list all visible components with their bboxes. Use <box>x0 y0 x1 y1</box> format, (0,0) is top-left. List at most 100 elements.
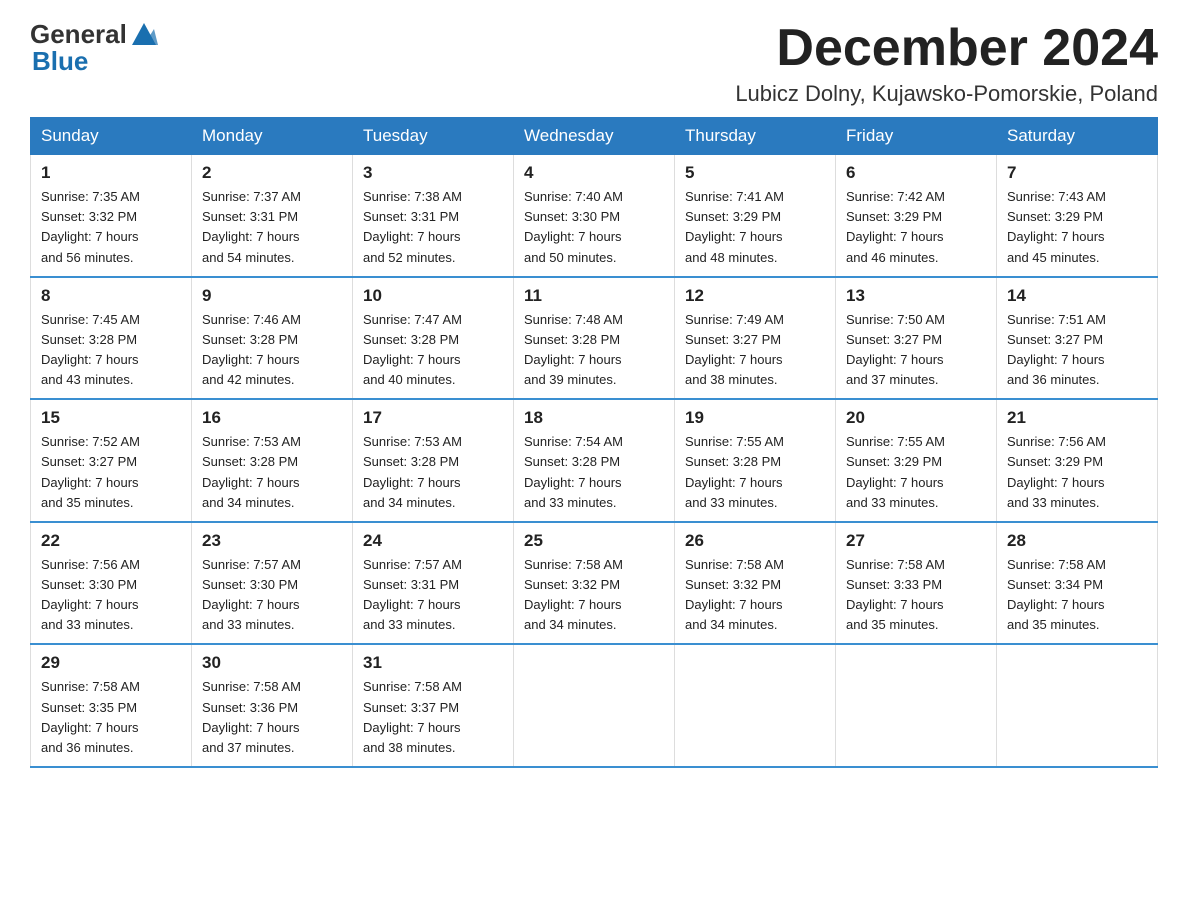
header-sunday: Sunday <box>31 118 192 155</box>
logo-general-text: General <box>30 20 127 49</box>
week-row-2: 8 Sunrise: 7:45 AMSunset: 3:28 PMDaylight… <box>31 277 1158 400</box>
day-number: 25 <box>524 531 664 551</box>
calendar-header: SundayMondayTuesdayWednesdayThursdayFrid… <box>31 118 1158 155</box>
day-info: Sunrise: 7:55 AMSunset: 3:29 PMDaylight:… <box>846 432 986 513</box>
calendar-body: 1 Sunrise: 7:35 AMSunset: 3:32 PMDaylight… <box>31 155 1158 767</box>
day-number: 27 <box>846 531 986 551</box>
day-number: 8 <box>41 286 181 306</box>
day-number: 15 <box>41 408 181 428</box>
day-number: 7 <box>1007 163 1147 183</box>
calendar-cell: 16Sunrise: 7:53 AMSunset: 3:28 PMDayligh… <box>192 399 353 522</box>
calendar-cell: 13 Sunrise: 7:50 AMSunset: 3:27 PMDayligh… <box>836 277 997 400</box>
calendar-table: SundayMondayTuesdayWednesdayThursdayFrid… <box>30 117 1158 768</box>
day-info: Sunrise: 7:49 AMSunset: 3:27 PMDaylight:… <box>685 310 825 391</box>
day-number: 12 <box>685 286 825 306</box>
day-number: 26 <box>685 531 825 551</box>
day-info: Sunrise: 7:58 AMSunset: 3:36 PMDaylight:… <box>202 677 342 758</box>
day-number: 13 <box>846 286 986 306</box>
day-info: Sunrise: 7:53 AMSunset: 3:28 PMDaylight:… <box>363 432 503 513</box>
logo-blue-text: Blue <box>30 47 216 76</box>
day-info: Sunrise: 7:42 AMSunset: 3:29 PMDaylight:… <box>846 187 986 268</box>
day-info: Sunrise: 7:51 AMSunset: 3:27 PMDaylight:… <box>1007 310 1147 391</box>
day-info: Sunrise: 7:53 AMSunset: 3:28 PMDaylight:… <box>202 432 342 513</box>
day-number: 3 <box>363 163 503 183</box>
day-number: 19 <box>685 408 825 428</box>
day-info: Sunrise: 7:58 AMSunset: 3:37 PMDaylight:… <box>363 677 503 758</box>
week-row-4: 22 Sunrise: 7:56 AMSunset: 3:30 PMDayligh… <box>31 522 1158 645</box>
logo: General Blue <box>30 20 216 75</box>
calendar-cell: 6 Sunrise: 7:42 AMSunset: 3:29 PMDaylight… <box>836 155 997 277</box>
calendar-cell: 30Sunrise: 7:58 AMSunset: 3:36 PMDayligh… <box>192 644 353 767</box>
calendar-cell: 28Sunrise: 7:58 AMSunset: 3:34 PMDayligh… <box>997 522 1158 645</box>
calendar-cell <box>675 644 836 767</box>
calendar-cell <box>997 644 1158 767</box>
calendar-cell: 14 Sunrise: 7:51 AMSunset: 3:27 PMDayligh… <box>997 277 1158 400</box>
header-friday: Friday <box>836 118 997 155</box>
calendar-cell: 2 Sunrise: 7:37 AMSunset: 3:31 PMDaylight… <box>192 155 353 277</box>
calendar-cell <box>836 644 997 767</box>
day-number: 17 <box>363 408 503 428</box>
calendar-cell: 22 Sunrise: 7:56 AMSunset: 3:30 PMDayligh… <box>31 522 192 645</box>
day-number: 24 <box>363 531 503 551</box>
day-info: Sunrise: 7:57 AMSunset: 3:30 PMDaylight:… <box>202 555 342 636</box>
day-info: Sunrise: 7:58 AMSunset: 3:35 PMDaylight:… <box>41 677 181 758</box>
day-info: Sunrise: 7:45 AMSunset: 3:28 PMDaylight:… <box>41 310 181 391</box>
day-number: 5 <box>685 163 825 183</box>
day-number: 6 <box>846 163 986 183</box>
calendar-cell: 31 Sunrise: 7:58 AMSunset: 3:37 PMDayligh… <box>353 644 514 767</box>
day-info: Sunrise: 7:58 AMSunset: 3:33 PMDaylight:… <box>846 555 986 636</box>
day-info: Sunrise: 7:46 AMSunset: 3:28 PMDaylight:… <box>202 310 342 391</box>
day-info: Sunrise: 7:56 AMSunset: 3:29 PMDaylight:… <box>1007 432 1147 513</box>
calendar-cell: 8 Sunrise: 7:45 AMSunset: 3:28 PMDaylight… <box>31 277 192 400</box>
calendar-cell: 10 Sunrise: 7:47 AMSunset: 3:28 PMDayligh… <box>353 277 514 400</box>
day-info: Sunrise: 7:57 AMSunset: 3:31 PMDaylight:… <box>363 555 503 636</box>
calendar-cell: 18Sunrise: 7:54 AMSunset: 3:28 PMDayligh… <box>514 399 675 522</box>
calendar-cell: 17 Sunrise: 7:53 AMSunset: 3:28 PMDayligh… <box>353 399 514 522</box>
day-number: 20 <box>846 408 986 428</box>
day-info: Sunrise: 7:52 AMSunset: 3:27 PMDaylight:… <box>41 432 181 513</box>
header-wednesday: Wednesday <box>514 118 675 155</box>
calendar-cell: 1 Sunrise: 7:35 AMSunset: 3:32 PMDaylight… <box>31 155 192 277</box>
day-number: 31 <box>363 653 503 673</box>
day-number: 29 <box>41 653 181 673</box>
calendar-cell: 29 Sunrise: 7:58 AMSunset: 3:35 PMDayligh… <box>31 644 192 767</box>
day-info: Sunrise: 7:41 AMSunset: 3:29 PMDaylight:… <box>685 187 825 268</box>
month-title: December 2024 <box>735 20 1158 77</box>
day-info: Sunrise: 7:58 AMSunset: 3:34 PMDaylight:… <box>1007 555 1147 636</box>
week-row-1: 1 Sunrise: 7:35 AMSunset: 3:32 PMDaylight… <box>31 155 1158 277</box>
calendar-cell: 9Sunrise: 7:46 AMSunset: 3:28 PMDaylight… <box>192 277 353 400</box>
day-info: Sunrise: 7:56 AMSunset: 3:30 PMDaylight:… <box>41 555 181 636</box>
calendar-cell: 21Sunrise: 7:56 AMSunset: 3:29 PMDayligh… <box>997 399 1158 522</box>
day-info: Sunrise: 7:50 AMSunset: 3:27 PMDaylight:… <box>846 310 986 391</box>
header-saturday: Saturday <box>997 118 1158 155</box>
day-number: 18 <box>524 408 664 428</box>
calendar-cell: 19 Sunrise: 7:55 AMSunset: 3:28 PMDayligh… <box>675 399 836 522</box>
day-number: 2 <box>202 163 342 183</box>
day-info: Sunrise: 7:35 AMSunset: 3:32 PMDaylight:… <box>41 187 181 268</box>
week-row-3: 15 Sunrise: 7:52 AMSunset: 3:27 PMDayligh… <box>31 399 1158 522</box>
header-thursday: Thursday <box>675 118 836 155</box>
calendar-cell: 26Sunrise: 7:58 AMSunset: 3:32 PMDayligh… <box>675 522 836 645</box>
week-row-5: 29 Sunrise: 7:58 AMSunset: 3:35 PMDayligh… <box>31 644 1158 767</box>
day-number: 14 <box>1007 286 1147 306</box>
calendar-cell <box>514 644 675 767</box>
day-info: Sunrise: 7:40 AMSunset: 3:30 PMDaylight:… <box>524 187 664 268</box>
day-info: Sunrise: 7:47 AMSunset: 3:28 PMDaylight:… <box>363 310 503 391</box>
calendar-cell: 15 Sunrise: 7:52 AMSunset: 3:27 PMDayligh… <box>31 399 192 522</box>
day-number: 22 <box>41 531 181 551</box>
calendar-cell: 5 Sunrise: 7:41 AMSunset: 3:29 PMDaylight… <box>675 155 836 277</box>
logo-icon <box>130 19 158 47</box>
day-info: Sunrise: 7:55 AMSunset: 3:28 PMDaylight:… <box>685 432 825 513</box>
header-row: SundayMondayTuesdayWednesdayThursdayFrid… <box>31 118 1158 155</box>
calendar-cell: 27 Sunrise: 7:58 AMSunset: 3:33 PMDayligh… <box>836 522 997 645</box>
calendar-cell: 24 Sunrise: 7:57 AMSunset: 3:31 PMDayligh… <box>353 522 514 645</box>
day-info: Sunrise: 7:38 AMSunset: 3:31 PMDaylight:… <box>363 187 503 268</box>
page-header: General Blue December 2024 Lubicz Dolny,… <box>30 20 1158 107</box>
day-info: Sunrise: 7:37 AMSunset: 3:31 PMDaylight:… <box>202 187 342 268</box>
day-number: 10 <box>363 286 503 306</box>
day-number: 1 <box>41 163 181 183</box>
calendar-cell: 4 Sunrise: 7:40 AMSunset: 3:30 PMDaylight… <box>514 155 675 277</box>
day-number: 4 <box>524 163 664 183</box>
day-number: 11 <box>524 286 664 306</box>
calendar-cell: 25Sunrise: 7:58 AMSunset: 3:32 PMDayligh… <box>514 522 675 645</box>
